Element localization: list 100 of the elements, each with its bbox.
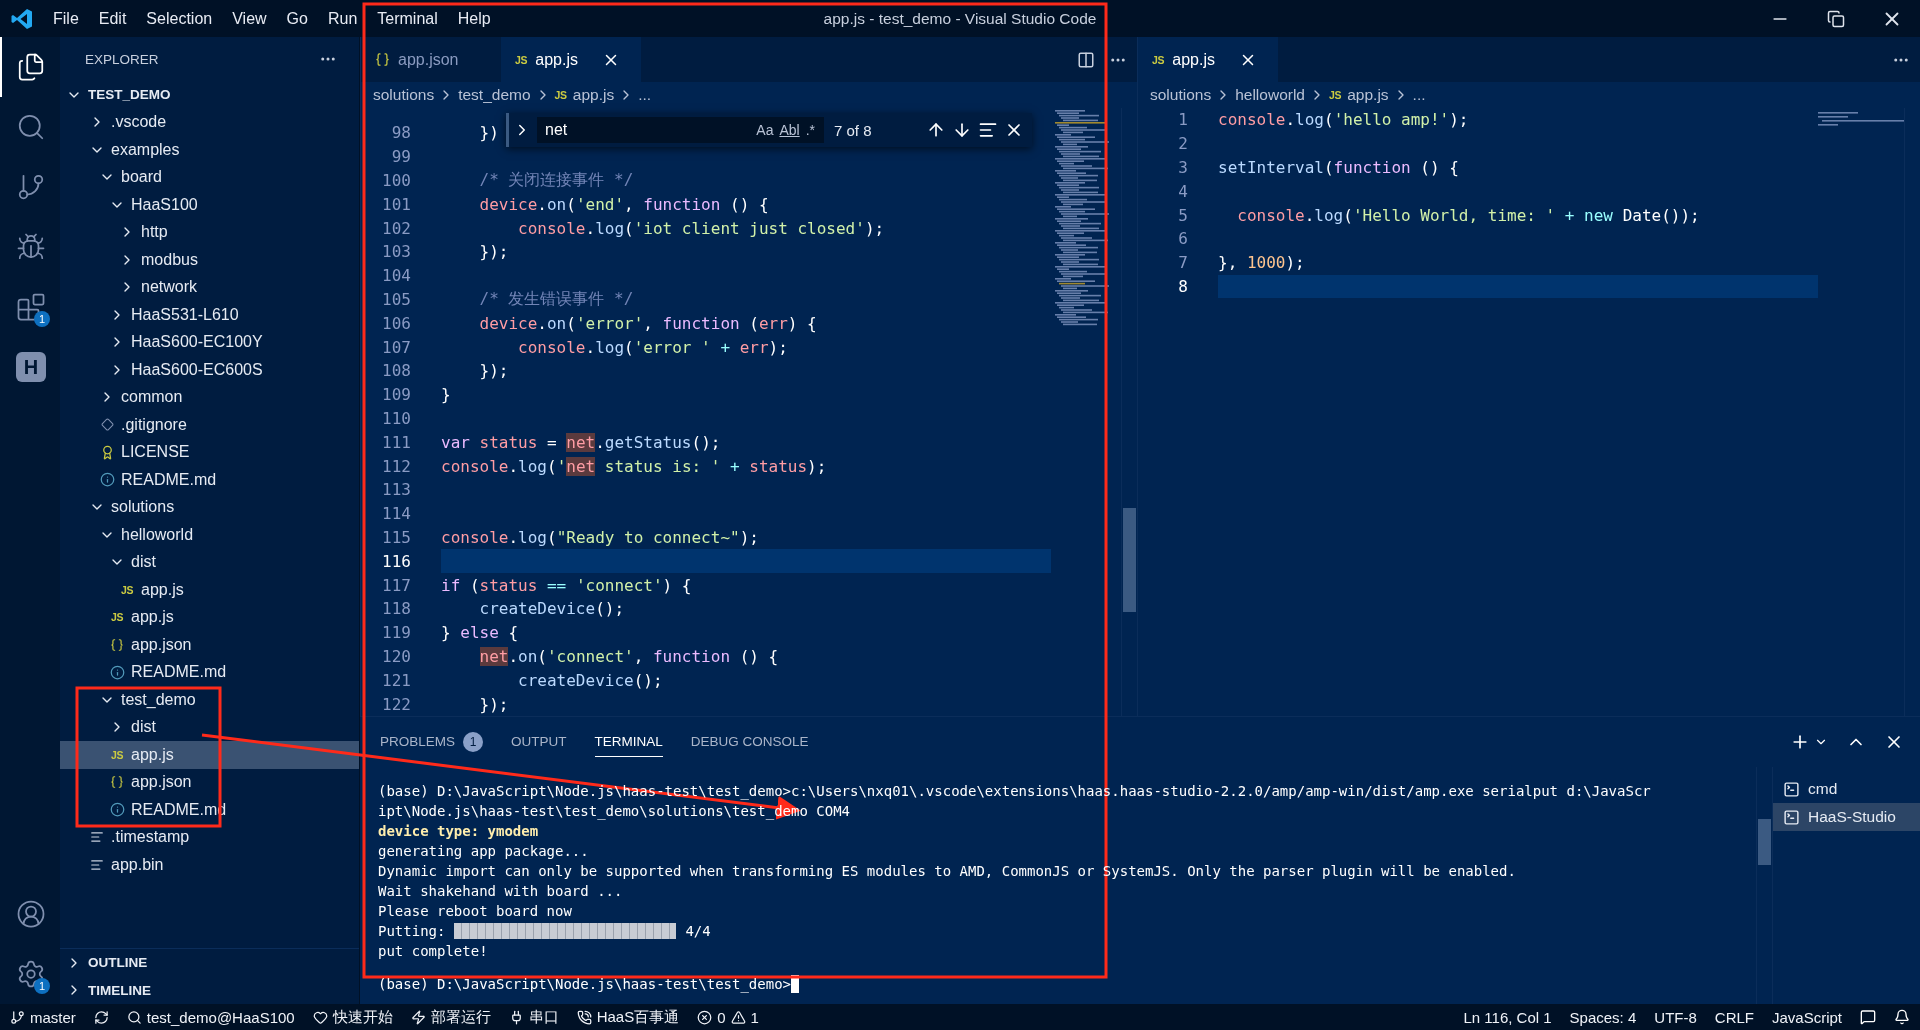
tree-item[interactable]: network — [60, 273, 359, 301]
editor-tab[interactable]: JS app.js — [501, 37, 641, 82]
tree-item[interactable]: HaaS600-EC100Y — [60, 328, 359, 356]
tree-item[interactable]: app.bin — [60, 851, 359, 879]
editor-tab[interactable]: JS app.js — [1138, 37, 1278, 82]
find-option[interactable]: Abl — [776, 122, 803, 138]
tree-item[interactable]: solutions — [60, 493, 359, 521]
code-line: device.on('error', function (err) { — [478, 312, 817, 335]
panel-tab[interactable]: DEBUG CONSOLE — [690, 727, 809, 757]
status-item[interactable]: UTF-8 — [1654, 1008, 1697, 1026]
panel-tab[interactable]: PROBLEMS 1 — [380, 727, 484, 757]
breadcrumb-item[interactable]: JS app.js — [554, 86, 615, 104]
tree-item[interactable]: test_demo — [60, 686, 359, 714]
tree-item[interactable]: JS app.js — [60, 576, 359, 604]
split-editor-icon[interactable] — [1077, 50, 1095, 69]
menu-item[interactable]: Help — [448, 5, 500, 32]
menu-item[interactable]: Edit — [89, 5, 136, 32]
activity-button[interactable]: 1 — [0, 944, 60, 1004]
tree-item[interactable]: .gitignore — [60, 411, 359, 439]
status-item[interactable]: CRLF — [1714, 1008, 1754, 1026]
blocks-icon — [16, 292, 46, 322]
tree-item[interactable]: board — [60, 163, 359, 191]
tree-root[interactable]: TEST_DEMO — [60, 81, 359, 109]
breadcrumb-item[interactable]: ... — [1412, 86, 1426, 104]
tree-item[interactable]: app.json — [60, 631, 359, 659]
tree-item[interactable]: modbus — [60, 246, 359, 274]
feedback-icon[interactable] — [1860, 1009, 1876, 1025]
find-option[interactable]: Aa — [753, 122, 777, 138]
code-line: console.log('net status is: ' + status); — [441, 455, 827, 478]
find-option[interactable]: .* — [802, 122, 818, 138]
tree-item[interactable]: app.json — [60, 768, 359, 796]
panel-tab[interactable]: TERMINAL — [594, 727, 663, 757]
terminal-line: Wait shakehand with board ... — [378, 882, 624, 901]
tree-item[interactable]: HaaS531-L610 — [60, 301, 359, 329]
status-item[interactable]: 部署运行 — [410, 1007, 491, 1027]
breadcrumb-item[interactable]: JS app.js — [1329, 86, 1389, 104]
breadcrumb-item[interactable]: test_demo — [458, 86, 531, 104]
status-item[interactable]: JavaScript — [1771, 1008, 1842, 1026]
status-item[interactable]: test_demo@HaaS100 — [126, 1008, 295, 1026]
status-item[interactable]: HaaS百事通 — [576, 1007, 680, 1027]
line-number: 119 — [381, 623, 411, 643]
line-number: 5 — [1177, 205, 1188, 225]
code-line: var status = net.getStatus(); — [441, 431, 721, 454]
tree-item[interactable]: dist — [60, 713, 359, 741]
menu-item[interactable]: Go — [277, 5, 317, 32]
status-item[interactable]: 串口 — [508, 1007, 559, 1027]
scrollbar-thumb[interactable] — [1758, 819, 1771, 865]
tree-item[interactable]: LICENSE — [60, 438, 359, 466]
js-file-icon: JS — [110, 611, 124, 624]
code-line: device.on('end', function () { — [478, 193, 769, 216]
menu-item[interactable]: View — [223, 5, 276, 32]
search-icon — [16, 112, 46, 142]
diamond-icon — [100, 418, 114, 432]
tree-item[interactable]: HaaS100 — [60, 191, 359, 219]
status-item[interactable]: master — [10, 1008, 76, 1026]
section-header[interactable]: TIMELINE — [60, 976, 359, 1004]
terminal-item[interactable]: HaaS-Studio — [1773, 803, 1920, 831]
lines-icon[interactable] — [978, 120, 998, 140]
breadcrumb-item[interactable]: helloworld — [1235, 86, 1305, 104]
find-field[interactable]: net Aa Abl .* — [537, 117, 824, 143]
line-number: 110 — [381, 408, 411, 428]
terminal-icon — [1783, 808, 1800, 826]
panel-tab[interactable]: OUTPUT — [511, 727, 567, 757]
braces-icon — [375, 52, 390, 67]
section-header[interactable]: OUTLINE — [60, 949, 359, 977]
tree-item[interactable]: http — [60, 218, 359, 246]
tree-item[interactable]: HaaS600-EC600S — [60, 356, 359, 384]
tree-item[interactable]: dist — [60, 548, 359, 576]
menu-item[interactable]: Run — [318, 5, 367, 32]
tree-item[interactable]: examples — [60, 136, 359, 164]
letter-logo: H — [16, 352, 46, 382]
line-number: 103 — [381, 242, 411, 262]
menu-item[interactable]: File — [44, 5, 88, 32]
menu-item[interactable]: Selection — [137, 5, 222, 32]
activity-button[interactable]: H — [0, 337, 60, 397]
scrollbar-thumb[interactable] — [1123, 508, 1136, 612]
tree-item[interactable]: common — [60, 383, 359, 411]
tree-item[interactable]: .vscode — [60, 108, 359, 136]
tree-item[interactable]: README.md — [60, 466, 359, 494]
status-item[interactable]: 快速开始 — [312, 1007, 393, 1027]
status-item[interactable]: Spaces: 4 — [1569, 1008, 1637, 1026]
tree-item[interactable]: JS app.js — [60, 603, 359, 631]
breadcrumb-item[interactable]: solutions — [1150, 86, 1212, 104]
tree-item[interactable]: JS app.js — [60, 741, 359, 769]
status-item[interactable]: Ln 116, Col 1 — [1463, 1008, 1552, 1026]
restore-icon[interactable] — [1827, 9, 1845, 28]
tree-item[interactable]: .timestamp — [60, 823, 359, 851]
bell-icon[interactable] — [1894, 1009, 1910, 1025]
tree-item[interactable]: README.md — [60, 658, 359, 686]
activity-button[interactable]: 1 — [0, 277, 60, 337]
tree-item[interactable]: helloworld — [60, 521, 359, 549]
terminal-item[interactable]: cmd — [1773, 775, 1920, 803]
status-item[interactable] — [93, 1009, 109, 1025]
line-number: 109 — [381, 385, 411, 405]
breadcrumb-item[interactable]: ... — [638, 86, 652, 104]
breadcrumb-item[interactable]: solutions — [373, 86, 435, 104]
menu-item[interactable]: Terminal — [368, 5, 447, 32]
code-line: console.log("Ready to connect~"); — [441, 526, 759, 549]
problems-status[interactable]: 0 1 — [697, 1008, 759, 1026]
line-number: 2 — [1177, 134, 1188, 154]
